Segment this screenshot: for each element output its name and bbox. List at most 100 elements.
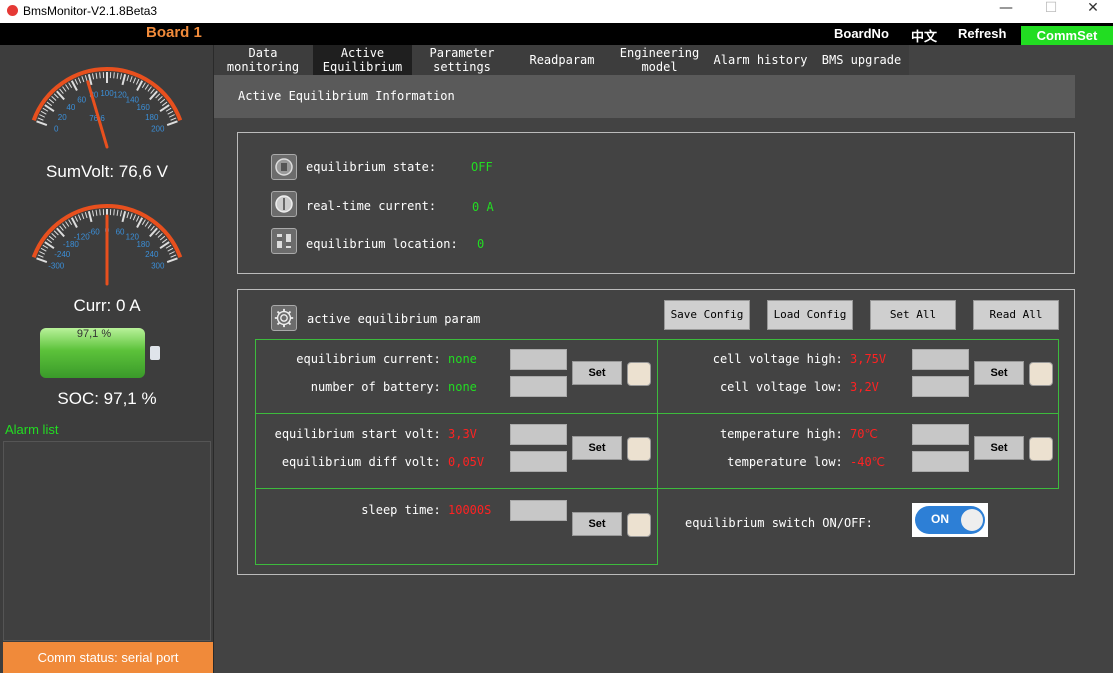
section-header: Active Equilibrium Information [214,75,1075,118]
checkbox[interactable] [627,362,651,386]
curr-label: Curr: 0 A [73,296,141,315]
board-no-button[interactable]: BoardNo [834,26,889,41]
gauge-tick [144,84,149,90]
gauge-tick [53,230,59,236]
gauge-tick-label: 0 [54,125,59,134]
minimize-button[interactable]: — [983,0,1029,23]
gauge-tick [155,93,161,99]
tab-parameter-settings[interactable]: Parameter settings [412,45,512,75]
set-button[interactable]: Set [974,361,1024,385]
gauge-tick [81,76,85,83]
gauge-tick-label: 160 [136,103,150,112]
diff-volt-label: equilibrium diff volt: [281,455,441,469]
tab-engineering-model[interactable]: Engineering model [612,45,707,75]
checkbox[interactable] [1029,362,1053,386]
checkbox[interactable] [627,513,651,537]
sleep-input[interactable] [510,500,567,521]
gauge-tick [121,73,127,86]
start-volt-input[interactable] [510,424,567,445]
tab-bms-upgrade[interactable]: BMS upgrade [814,45,909,75]
set-button[interactable]: Set [572,512,622,536]
gauge-tick [95,72,98,79]
gauge-tick [132,77,137,84]
eq-current-input[interactable] [510,349,567,370]
checkbox[interactable] [1029,437,1053,461]
gauge-tick [36,120,48,127]
gauge-tick-label: 40 [66,103,75,112]
gauge-tick-label: 300 [151,262,165,271]
tab-label: Parameter [429,46,495,60]
gauge-tick-label: 20 [58,113,67,122]
gauge-tick [48,235,55,241]
gauge-tick-label: 200 [151,125,165,134]
close-button[interactable]: ✕ [1070,0,1113,23]
temp-low-row: temperature low: -40℃ [662,455,906,469]
gauge-tick [169,251,175,255]
refresh-button[interactable]: Refresh [958,26,1006,41]
gauge-tick [141,219,146,225]
gauge-tick [126,75,130,82]
cell-low-input[interactable] [912,376,969,397]
gauge-tick [81,213,85,220]
tab-label: BMS upgrade [821,53,902,67]
gauge-tick [135,215,140,222]
params-title: active equilibrium param [307,312,481,326]
set-all-button[interactable]: Set All [870,300,956,330]
eq-current-row: equilibrium current: none [260,352,504,366]
set-button[interactable]: Set [572,361,622,385]
set-button[interactable]: Set [974,436,1024,460]
board-title: Board 1 [146,24,202,41]
gauge-tick [165,244,172,249]
cell-high-input[interactable] [912,349,969,370]
checkbox[interactable] [627,437,651,461]
state-label: equilibrium state: [306,160,437,174]
switch-state: ON [931,512,949,526]
gauge-tick [150,88,155,94]
gauge-tick [51,96,57,101]
tab-bar: Data monitoring Active Equilibrium Paramet… [214,45,909,75]
diff-volt-value: 0,05V [448,455,485,469]
gauge-tick-label: 180 [145,113,159,122]
gauge-tick [77,77,82,84]
equilibrium-switch[interactable]: ON [912,503,988,537]
tab-label: monitoring [226,60,300,74]
gauge-tick [48,98,55,104]
sleep-value: 10000S [448,503,492,517]
tab-active-equilibrium[interactable]: Active Equilibrium [313,45,412,75]
gauge-tick [119,73,123,80]
gauge-tick-label: 60 [77,95,86,104]
start-volt-value: 3,3V [448,427,477,441]
window-title: BmsMonitor-V2.1.8Beta3 [23,4,158,18]
temp-high-input[interactable] [912,424,969,445]
commset-button[interactable]: CommSet [1021,26,1113,45]
tab-label: settings [433,60,491,74]
maximize-button[interactable]: ☐ [1028,0,1074,23]
temp-low-input[interactable] [912,451,969,472]
cell-low-value: 3,2V [850,380,879,394]
temp-high-value: 70℃ [850,427,878,441]
gauge-tick [166,257,178,264]
soc-label: SOC: 97,1 % [57,389,157,408]
tab-data-monitoring[interactable]: Data monitoring [214,45,312,75]
save-config-button[interactable]: Save Config [664,300,750,330]
cell-low-label: cell voltage low: [719,380,843,394]
gauge-tick [68,82,73,88]
tab-alarm-history[interactable]: Alarm history [707,45,814,75]
language-button[interactable]: 中文 [911,26,937,45]
gauge-tick [84,212,88,219]
gauge-tick [116,72,119,79]
tab-readparam[interactable]: Readparam [512,45,612,75]
switch-label: equilibrium switch ON/OFF: [685,516,873,530]
gauge-tick [119,210,123,217]
gauge-tick [40,110,47,115]
alarm-list[interactable] [3,441,211,641]
gauge-tick [84,75,88,82]
num-battery-input[interactable] [510,376,567,397]
diff-volt-input[interactable] [510,451,567,472]
read-all-button[interactable]: Read All [973,300,1059,330]
cell-high-row: cell voltage high: 3,75V [662,352,906,366]
gauge-tick-label: -60 [88,228,100,237]
load-config-button[interactable]: Load Config [767,300,853,330]
gauge-tick [157,233,163,238]
set-button[interactable]: Set [572,436,622,460]
